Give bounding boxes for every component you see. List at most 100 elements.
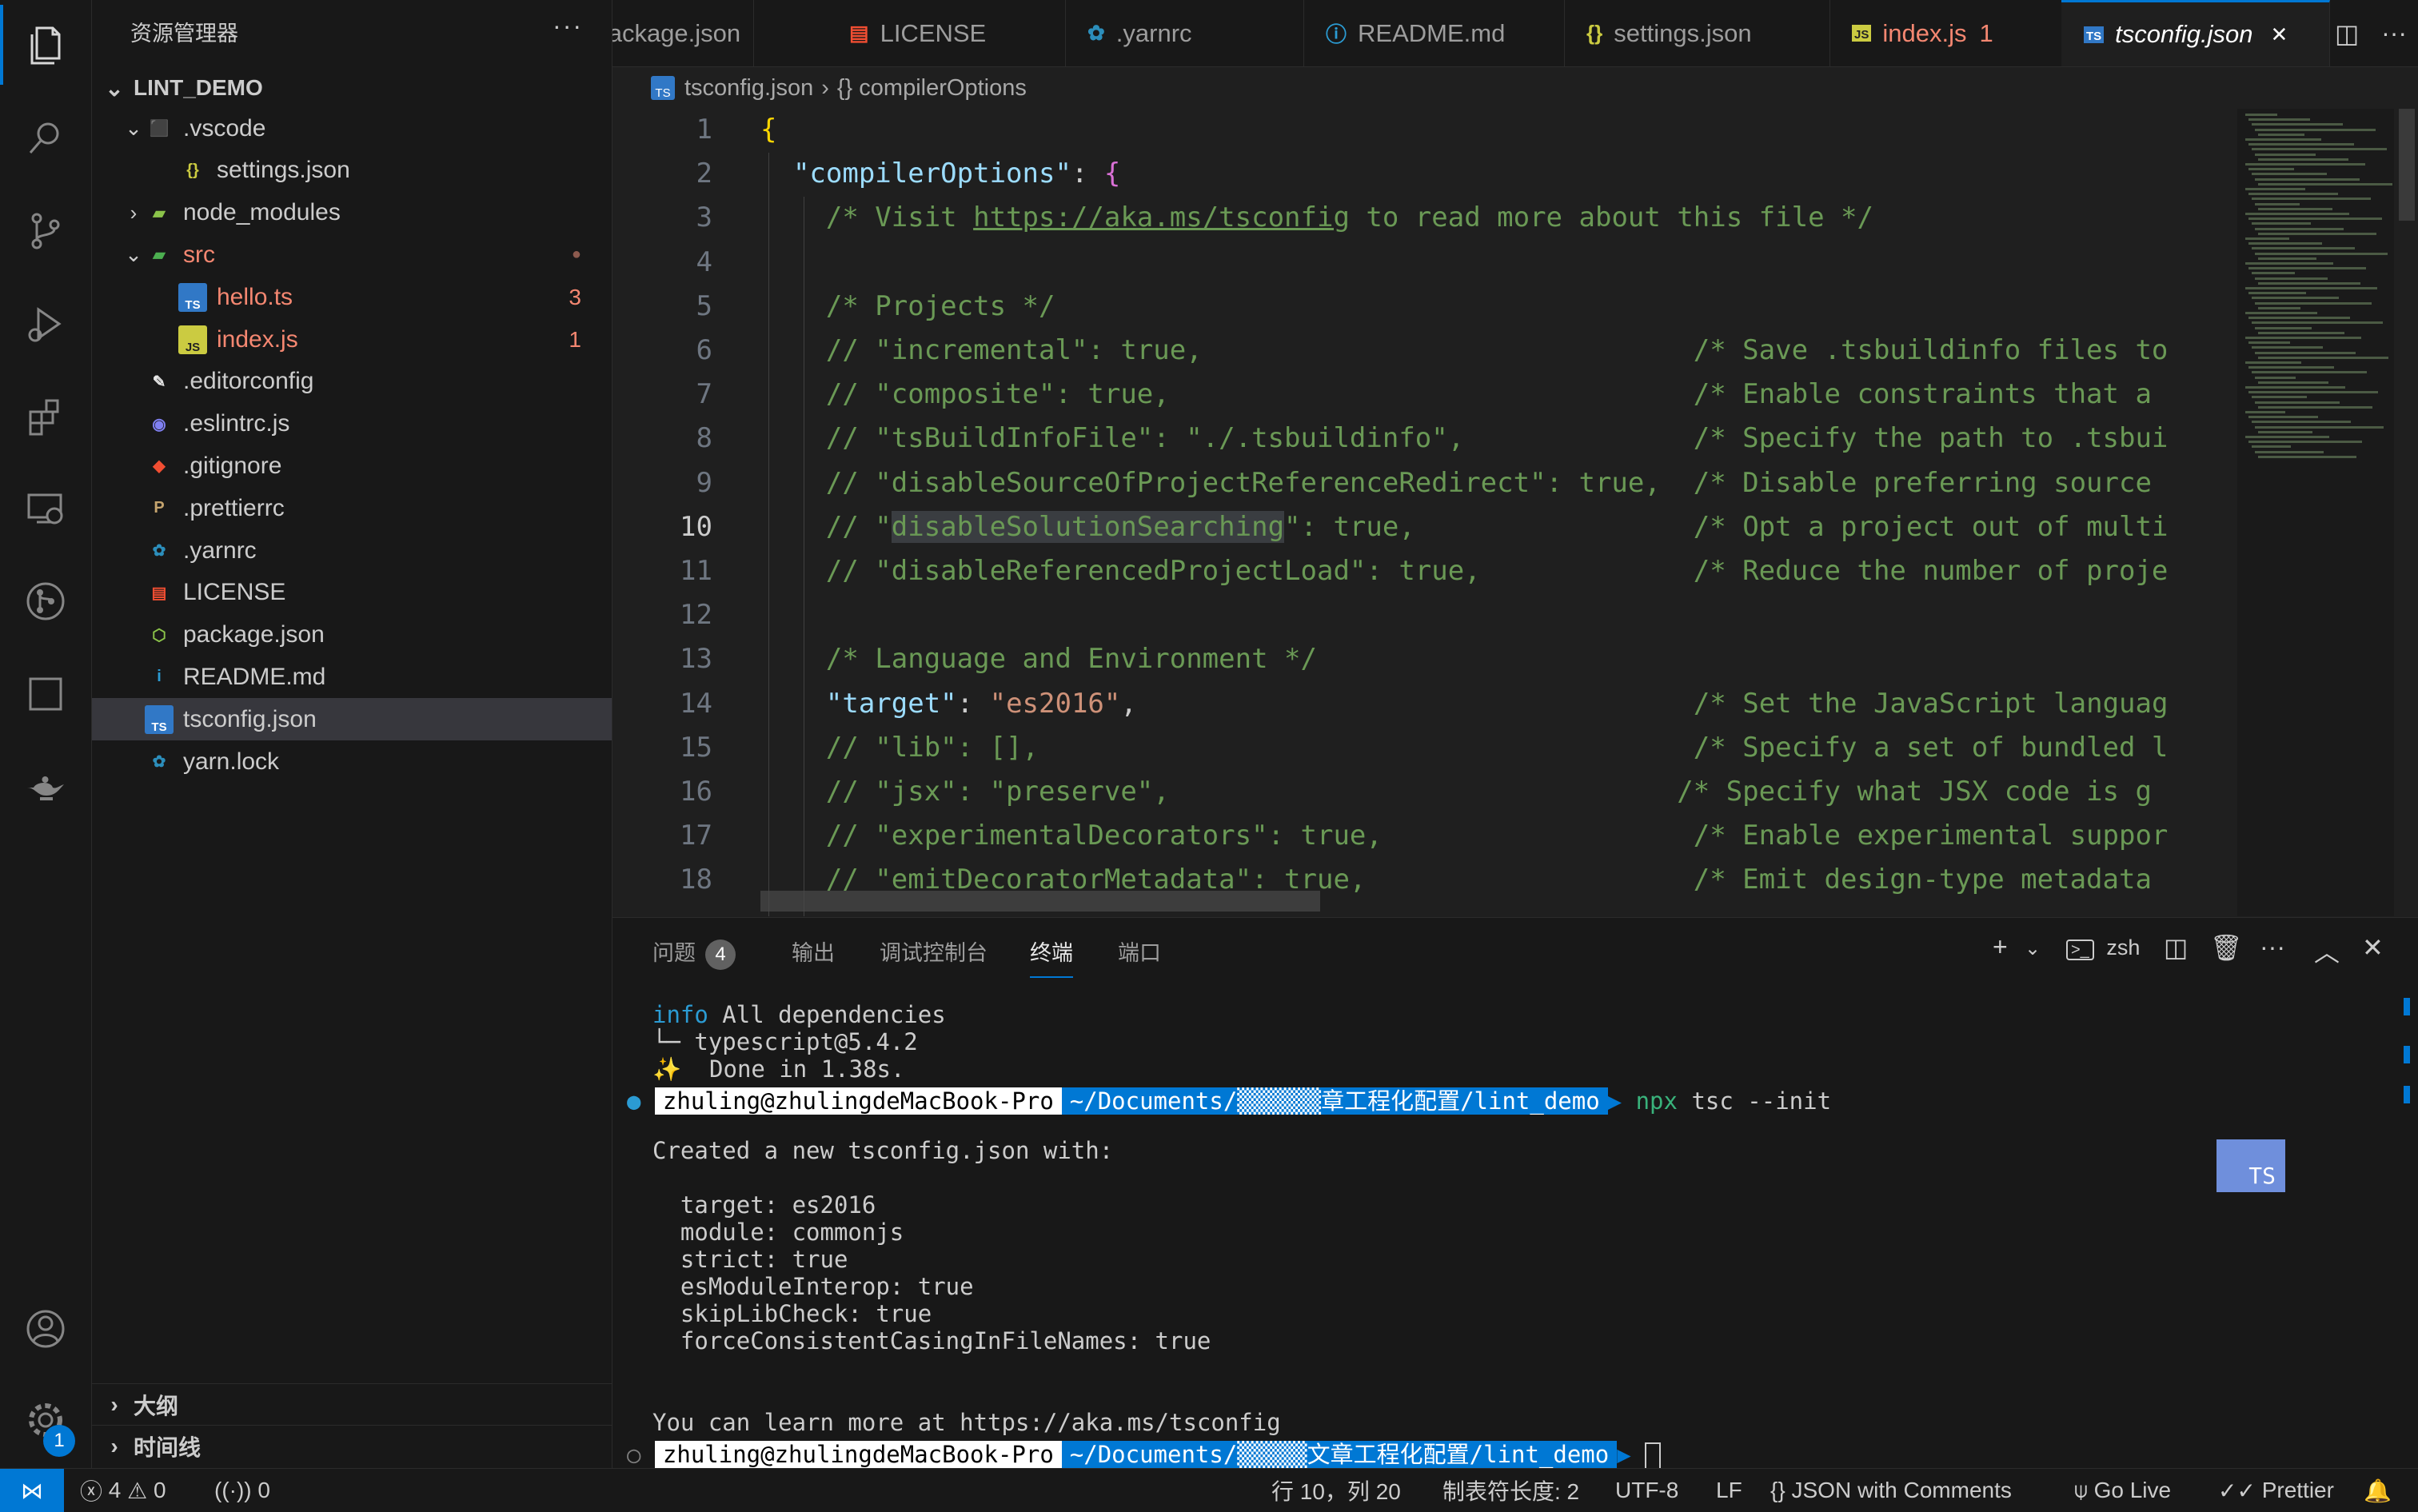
horizontal-scrollbar[interactable] — [760, 891, 1320, 912]
json-file-icon: {} — [1586, 21, 1603, 45]
close-panel-icon[interactable]: ✕ — [2362, 932, 2384, 963]
ports-indicator[interactable]: ((·)) 0 — [214, 1469, 270, 1512]
explorer-icon[interactable] — [0, 5, 91, 85]
tab-size[interactable]: 制表符长度: 2 — [1442, 1469, 1579, 1512]
minimap-line — [2252, 371, 2367, 374]
encoding[interactable]: UTF-8 — [1615, 1469, 1678, 1512]
terminal-shell-selector[interactable]: >_ zsh — [2066, 936, 2140, 960]
tree-item[interactable]: P .prettierrc — [92, 487, 612, 529]
panel-tab[interactable]: 问题 4 — [652, 936, 736, 970]
minimap-line — [2255, 450, 2324, 453]
minimap-line — [2258, 257, 2316, 260]
scrollbar-thumb[interactable] — [2399, 109, 2415, 221]
minimap-line — [2248, 441, 2362, 444]
panel-tab[interactable]: 调试控制台 — [880, 936, 988, 967]
minimap-line — [2248, 118, 2310, 122]
remote-explorer-icon[interactable] — [0, 469, 91, 549]
source-control-icon[interactable] — [0, 190, 91, 270]
tree-item[interactable]: ◉ .eslintrc.js — [92, 403, 612, 445]
run-debug-icon[interactable] — [0, 283, 91, 363]
search-icon[interactable] — [0, 98, 91, 178]
tree-item[interactable]: ⬡ package.json — [92, 614, 612, 656]
editor-tab[interactable]: TS tsconfig.json ✕ — [2061, 0, 2330, 66]
tree-item-label: .eslintrc.js — [183, 410, 290, 437]
notification-badge: 1 — [43, 1425, 75, 1457]
timeline-section[interactable]: › 时间线 — [92, 1425, 612, 1467]
outline-section[interactable]: › 大纲 — [92, 1383, 612, 1426]
split-terminal-icon[interactable]: ◫ — [2164, 932, 2188, 963]
genie-lamp-icon[interactable] — [0, 747, 91, 827]
panel-tab[interactable]: 端口 — [1118, 936, 1161, 967]
trash-icon[interactable]: 🗑 — [2210, 932, 2243, 963]
end-of-line[interactable]: LF — [1716, 1469, 1742, 1512]
tree-item[interactable]: TS hello.ts 3 — [92, 276, 612, 318]
chevron-right-icon: › — [110, 1392, 118, 1417]
prettier-button[interactable]: ✓✓ Prettier — [2218, 1469, 2334, 1512]
minimap-line — [2255, 202, 2300, 205]
src-folder-icon: ▰ — [153, 246, 166, 265]
editor-tab[interactable]: JS index.js 1 — [1829, 0, 2062, 66]
panel-tab-label: 问题 — [652, 941, 696, 965]
yarn-icon: ✿ — [152, 542, 166, 560]
language-mode[interactable]: {} JSON with Comments — [1770, 1469, 2012, 1512]
more-actions-icon[interactable]: ··· — [2260, 932, 2285, 962]
line-number: 9 — [696, 466, 712, 499]
breadcrumb-symbol[interactable]: {} compilerOptions — [837, 75, 1027, 102]
close-tab-icon[interactable]: ✕ — [2271, 22, 2288, 47]
editor-tab[interactable]: ⬡ackage.json — [612, 0, 754, 66]
more-actions-icon[interactable]: ··· — [553, 11, 583, 41]
tree-item[interactable]: ✿ yarn.lock — [92, 740, 612, 783]
tree-item[interactable]: › ▰ node_modules — [92, 192, 612, 234]
minimap[interactable] — [2237, 109, 2394, 916]
maximize-panel-icon[interactable]: ︿ — [2314, 932, 2340, 969]
remote-indicator[interactable]: ⋈ — [0, 1469, 64, 1512]
breadcrumb-file[interactable]: tsconfig.json — [684, 75, 813, 102]
chevron-down-icon: ⌄ — [105, 75, 124, 101]
cursor-position[interactable]: 行 10，列 20 — [1271, 1469, 1401, 1512]
account-icon[interactable] — [0, 1289, 91, 1369]
square-icon[interactable] — [0, 654, 91, 734]
minimap-line — [2245, 436, 2329, 438]
code-line: /* Visit https://aka.ms/tsconfig to read… — [760, 201, 1873, 234]
git-graph-icon[interactable] — [0, 561, 91, 641]
go-live-button[interactable]: ⍦ Go Live — [2074, 1469, 2171, 1512]
settings-gear-icon[interactable]: 1 — [0, 1380, 91, 1460]
split-editor-icon[interactable]: ◫ — [2335, 18, 2359, 49]
editor-tab[interactable]: ⓘ README.md — [1303, 0, 1565, 66]
tree-item[interactable]: {} settings.json — [92, 150, 612, 192]
explorer-title: 资源管理器 — [130, 22, 238, 46]
line-number: 5 — [696, 289, 712, 322]
tree-item[interactable]: ◆ .gitignore — [92, 445, 612, 487]
line-number: 11 — [680, 555, 712, 587]
tree-item[interactable]: ✎ .editorconfig — [92, 361, 612, 403]
tree-item[interactable]: i README.md — [92, 656, 612, 698]
panel-tab[interactable]: 输出 — [792, 936, 835, 967]
editor-tab[interactable]: ▤ LICENSE — [827, 0, 1066, 66]
minimap-line — [2248, 267, 2366, 270]
terminal-prompt: ○ zhuling@zhulingdeMacBook-Pro ~/Document… — [627, 1436, 1662, 1470]
tree-item[interactable]: ✿ .yarnrc — [92, 529, 612, 572]
line-number: 17 — [680, 820, 712, 852]
more-actions-icon[interactable]: ··· — [2381, 18, 2407, 48]
tree-item[interactable]: ⌄ ⬛ .vscode — [92, 107, 612, 150]
editor-tab[interactable]: ✿ .yarnrc — [1065, 0, 1304, 66]
new-terminal-icon[interactable]: + — [1993, 932, 2008, 962]
terminal-line: target: es2016 — [652, 1191, 876, 1219]
json-file-icon: {} — [186, 161, 199, 179]
minimap-line — [2252, 173, 2327, 176]
editor-tab[interactable]: {} settings.json — [1564, 0, 1830, 66]
tree-item[interactable]: JS index.js 1 — [92, 318, 612, 361]
project-root-header[interactable]: ⌄ LINT_DEMO — [92, 67, 612, 109]
tree-item[interactable]: ⌄ ▰ src ● — [92, 233, 612, 276]
scroll-marker — [2404, 1046, 2410, 1063]
code-editor[interactable]: 1 {2 "compilerOptions": {3 /* Visit https… — [612, 109, 2418, 916]
chevron-down-icon[interactable]: ⌄ — [2025, 937, 2041, 960]
bell-icon[interactable]: 🔔 — [2364, 1469, 2392, 1512]
tree-item[interactable]: ▤ LICENSE — [92, 572, 612, 614]
extensions-icon[interactable] — [0, 376, 91, 456]
vertical-scrollbar[interactable] — [2394, 109, 2418, 916]
bottom-panel: 问题 4 输出 调试控制台 终端 端口 + ⌄ >_ zsh ◫ 🗑 ··· ︿ ✕ in… — [612, 917, 2418, 1470]
tree-item[interactable]: TS tsconfig.json — [92, 698, 612, 741]
panel-tab[interactable]: 终端 — [1030, 936, 1073, 978]
problems-indicator[interactable]: ⓧ 4 ⚠ 0 — [80, 1469, 166, 1512]
